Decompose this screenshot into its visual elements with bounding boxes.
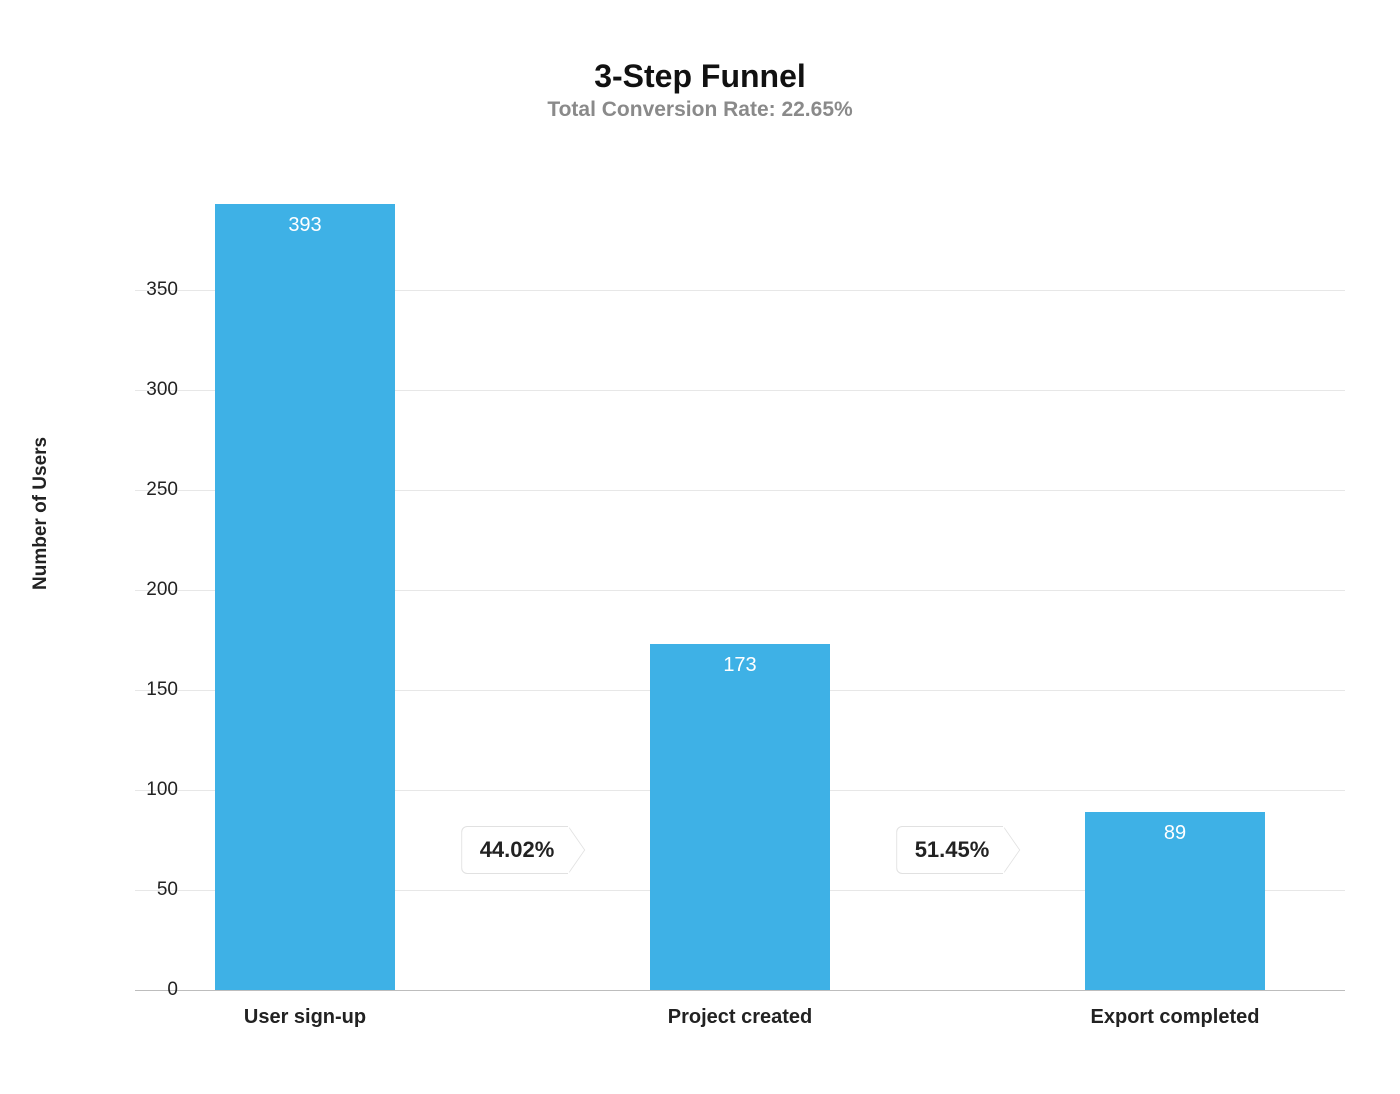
conversion-badge-label: 44.02% bbox=[461, 826, 569, 874]
chart-title: 3-Step Funnel bbox=[0, 58, 1400, 95]
x-tick-label: User sign-up bbox=[244, 1006, 366, 1029]
y-tick-label: 250 bbox=[118, 479, 178, 501]
x-tick-label: Project created bbox=[668, 1006, 813, 1029]
y-tick-label: 200 bbox=[118, 579, 178, 601]
arrow-right-icon bbox=[1003, 827, 1019, 873]
funnel-chart: 3-Step Funnel Total Conversion Rate: 22.… bbox=[0, 0, 1400, 1094]
gridline bbox=[135, 990, 1345, 991]
conversion-badge-0: 44.02% bbox=[461, 826, 585, 874]
y-tick-label: 50 bbox=[118, 879, 178, 901]
bar-value-label: 393 bbox=[215, 214, 395, 237]
arrow-right-icon bbox=[568, 827, 584, 873]
conversion-badge-1: 51.45% bbox=[896, 826, 1020, 874]
y-tick-label: 350 bbox=[118, 279, 178, 301]
bar-0: 393 bbox=[215, 204, 395, 990]
chart-subtitle: Total Conversion Rate: 22.65% bbox=[0, 98, 1400, 122]
bar-1: 173 bbox=[650, 644, 830, 990]
bar-2: 89 bbox=[1085, 812, 1265, 990]
conversion-badge-label: 51.45% bbox=[896, 826, 1004, 874]
y-tick-label: 100 bbox=[118, 779, 178, 801]
plot-area: 393 173 89 44.02% 51.45% bbox=[135, 190, 1345, 990]
y-axis-label: Number of Users bbox=[30, 437, 52, 590]
x-tick-label: Export completed bbox=[1091, 1006, 1260, 1029]
y-tick-label: 150 bbox=[118, 679, 178, 701]
bar-value-label: 173 bbox=[650, 654, 830, 677]
y-tick-label: 300 bbox=[118, 379, 178, 401]
bar-value-label: 89 bbox=[1085, 822, 1265, 845]
y-tick-label: 0 bbox=[118, 979, 178, 1001]
